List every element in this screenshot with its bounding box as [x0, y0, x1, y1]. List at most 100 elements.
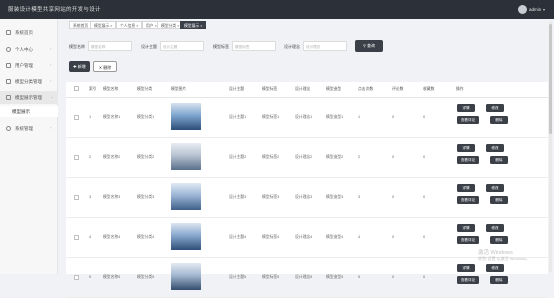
row-name: 模型名称4 [103, 235, 121, 239]
row-tag: 模型标签4 [262, 235, 280, 239]
sidebar-item-profile[interactable]: 个人中心 › [0, 43, 58, 56]
detail-button[interactable]: 详情 [457, 184, 475, 192]
sidebar-subitem-model-display[interactable]: 模型展示 [0, 106, 58, 117]
row-shape: 模型造型2 [326, 155, 344, 159]
row-tag: 模型标签5 [262, 275, 280, 279]
view-comments-button[interactable]: 查看评论 [457, 236, 479, 244]
row-category: 模型分类4 [137, 235, 155, 239]
column-header: 索引 [89, 87, 97, 91]
batch-delete-button[interactable]: ✕ 删除 [93, 61, 117, 72]
concept-label: 设计理念 [284, 44, 300, 49]
row-index: 2 [89, 155, 92, 159]
chevron-right-icon: › [50, 62, 52, 67]
row-shape: 模型造型1 [326, 115, 344, 119]
user-icon [6, 47, 11, 52]
column-header: 收藏数 [423, 87, 435, 91]
column-header: 设计理念 [295, 87, 311, 91]
detail-button[interactable]: 详情 [457, 224, 475, 232]
sidebar-item-label: 模型分类管理 [15, 79, 42, 84]
search-button[interactable]: ⚲ 查询 [355, 40, 383, 52]
row-favorites: 0 [423, 155, 426, 159]
chevron-down-icon[interactable]: ▾ [543, 7, 545, 12]
row-checkbox[interactable] [74, 195, 79, 200]
activation-watermark: 激活 Windows [478, 250, 513, 256]
table-row: 3 模型名称3 模型分类3 设计主题3 模型标签3 设计理念3 模型造型3 3 0 0 详情 修改 查看… [66, 178, 548, 218]
avatar[interactable] [518, 5, 527, 14]
model-image [171, 183, 201, 210]
tag-input[interactable]: 模型标签 [232, 41, 276, 51]
row-checkbox[interactable] [74, 235, 79, 240]
view-comments-button[interactable]: 查看评论 [457, 276, 479, 284]
column-header: 模型分类 [137, 87, 153, 91]
edit-button[interactable]: 修改 [486, 264, 504, 272]
sidebar-item-label: 系统管理 [15, 126, 33, 131]
sidebar-item-models[interactable]: 模型展示管理 ⌄ [0, 91, 58, 104]
delete-button[interactable]: 删除 [490, 116, 508, 124]
edit-button[interactable]: 修改 [486, 144, 504, 152]
column-header: 模型图片 [171, 87, 187, 91]
row-checkbox[interactable] [74, 115, 79, 120]
tab-home[interactable]: 系统首页 [69, 21, 93, 29]
delete-button[interactable]: 删除 [490, 196, 508, 204]
row-shape: 模型造型5 [326, 275, 344, 279]
tab-model-display-active[interactable]: 模型展示 × [180, 21, 207, 29]
row-tag: 模型标签3 [262, 195, 280, 199]
tab-profile[interactable]: 个人信息 × [116, 21, 143, 29]
delete-button[interactable]: 删除 [490, 236, 508, 244]
edit-button[interactable]: 修改 [486, 104, 504, 112]
row-clicks: 2 [358, 155, 361, 159]
sidebar-item-home[interactable]: 系统首页 [0, 26, 58, 39]
activation-watermark-hint: 转到“设置”以激活 Windows。 [478, 256, 531, 261]
chevron-right-icon: › [50, 78, 52, 83]
row-index: 4 [89, 235, 92, 239]
delete-button[interactable]: 删除 [490, 156, 508, 164]
view-comments-button[interactable]: 查看评论 [457, 116, 479, 124]
add-button[interactable]: ✚ 新增 [69, 61, 90, 72]
row-name: 模型名称3 [103, 195, 121, 199]
row-theme: 设计主题1 [229, 115, 247, 119]
model-image [171, 103, 201, 130]
edit-button[interactable]: 修改 [486, 224, 504, 232]
row-shape: 模型造型3 [326, 195, 344, 199]
row-tag: 模型标签1 [262, 115, 280, 119]
row-tag: 模型标签2 [262, 155, 280, 159]
row-name: 模型名称1 [103, 115, 121, 119]
column-header: 操作 [456, 87, 464, 91]
sidebar: 系统首页 个人中心 › 用户管理 › 模型分类管理 › 模型展示管理 ⌄ 模型展… [0, 19, 58, 274]
row-concept: 设计理念2 [295, 155, 313, 159]
column-header: 点击次数 [358, 87, 374, 91]
row-comments: 0 [392, 275, 395, 279]
row-concept: 设计理念3 [295, 195, 313, 199]
row-checkbox[interactable] [74, 275, 79, 280]
view-comments-button[interactable]: 查看评论 [457, 156, 479, 164]
detail-button[interactable]: 详情 [457, 104, 475, 112]
sidebar-item-system[interactable]: 系统管理 › [0, 122, 58, 135]
sidebar-item-users[interactable]: 用户管理 › [0, 59, 58, 72]
column-header: 模型名称 [103, 87, 119, 91]
app-title: 服装设计模型共享网站的开发与设计 [8, 7, 101, 13]
select-all-checkbox[interactable] [74, 86, 79, 91]
concept-input[interactable]: 设计理念 [303, 41, 347, 51]
user-name[interactable]: admin [529, 7, 541, 12]
row-name: 模型名称2 [103, 155, 121, 159]
row-category: 模型分类1 [137, 115, 155, 119]
sidebar-item-categories[interactable]: 模型分类管理 › [0, 75, 58, 88]
scrollbar-thumb[interactable] [549, 24, 552, 134]
row-name: 模型名称5 [103, 275, 121, 279]
row-checkbox[interactable] [74, 155, 79, 160]
design-input[interactable]: 设计主题 [160, 41, 204, 51]
table-row: 5 模型名称5 模型分类5 设计主题5 模型标签5 设计理念5 模型造型5 5 0 0 详情 修改 查看… [66, 258, 548, 298]
tab-model-display[interactable]: 模型展示 × [90, 21, 117, 29]
edit-button[interactable]: 修改 [486, 184, 504, 192]
row-clicks: 1 [358, 115, 361, 119]
row-shape: 模型造型4 [326, 235, 344, 239]
column-header: 设计主题 [229, 87, 245, 91]
detail-button[interactable]: 详情 [457, 144, 475, 152]
design-label: 设计主题 [141, 44, 157, 49]
column-header: 评论数 [392, 87, 404, 91]
name-input[interactable]: 模型名称 [88, 41, 132, 51]
delete-button[interactable]: 删除 [490, 276, 508, 284]
view-comments-button[interactable]: 查看评论 [457, 196, 479, 204]
detail-button[interactable]: 详情 [457, 264, 475, 272]
home-icon [6, 30, 11, 35]
